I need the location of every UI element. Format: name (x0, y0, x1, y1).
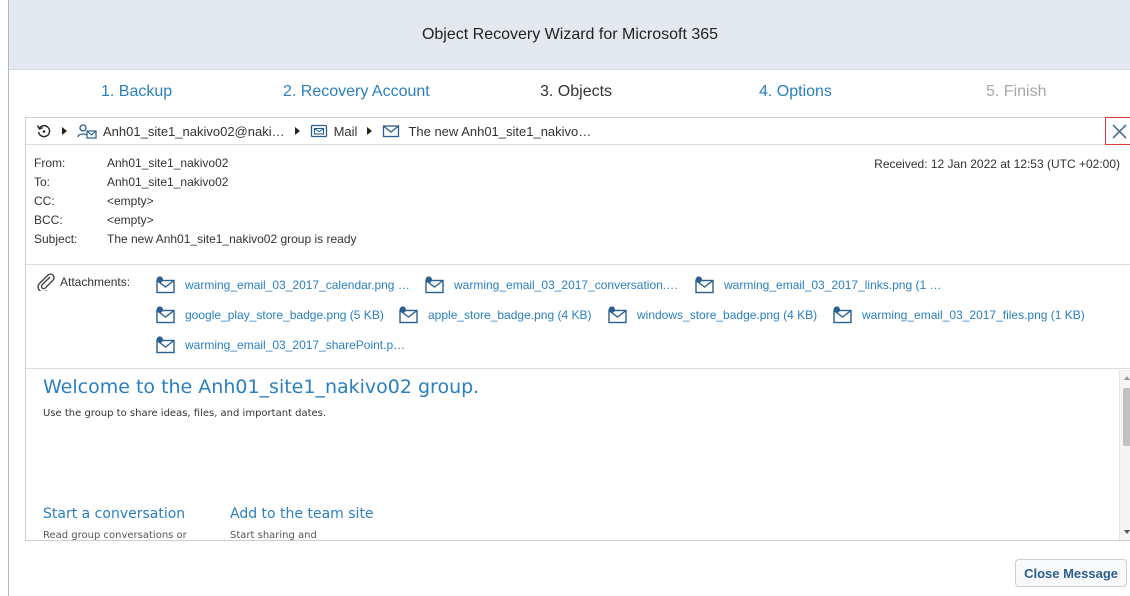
attachment-item[interactable]: warming_email_03_2017_files.png (1 KB) (832, 306, 1085, 324)
start-conversation-link[interactable]: Start a conversation (43, 506, 185, 522)
subject-value: The new Anh01_site1_nakivo02 group is re… (107, 232, 357, 246)
breadcrumb-separator (367, 127, 373, 135)
attachment-item[interactable]: warming_email_03_2017_sharePoint.p… (155, 336, 405, 354)
mail-folder-icon (310, 123, 328, 139)
step-options[interactable]: 4. Options (759, 83, 832, 101)
attachment-name: warming_email_03_2017_sharePoint.p… (185, 338, 406, 352)
breadcrumb-separator (62, 127, 67, 135)
attachment-item[interactable]: apple_store_badge.png (4 KB) (398, 306, 591, 324)
received-date: Received: 12 Jan 2022 at 12:53 (UTC +02:… (874, 157, 1120, 171)
attachment-name: warming_email_03_2017_links.png (1 … (724, 278, 942, 292)
wizard-steps: 1. Backup 2. Recovery Account 3. Objects… (9, 70, 1130, 114)
step-finish: 5. Finish (986, 83, 1047, 100)
subject-label: Subject: (34, 232, 78, 246)
breadcrumb: Anh01_site1_nakivo02@naki… Mail The new … (26, 117, 1130, 145)
body-intro: Use the group to share ideas, files, and… (43, 408, 327, 419)
attachment-name: apple_store_badge.png (4 KB) (428, 308, 592, 322)
step-objects: 3. Objects (540, 83, 613, 100)
close-icon[interactable] (1105, 117, 1130, 145)
attachment-image-icon (608, 306, 627, 324)
attachment-image-icon (156, 276, 175, 294)
breadcrumb-separator (294, 127, 300, 135)
body-scrollbar[interactable] (1119, 370, 1130, 540)
wizard-dialog: Object Recovery Wizard for Microsoft 365… (8, 0, 1130, 596)
cc-label: CC: (34, 194, 55, 208)
window-title: Object Recovery Wizard for Microsoft 365 (9, 0, 1130, 70)
breadcrumb-message: The new Anh01_site1_nakivo… (408, 123, 592, 139)
add-team-site-text: Start sharing and (230, 530, 317, 540)
attachment-item[interactable]: warming_email_03_2017_conversation.… (424, 276, 678, 294)
to-value: Anh01_site1_nakivo02 (107, 175, 229, 189)
user-mailbox-icon (77, 123, 97, 139)
bcc-value: <empty> (107, 213, 154, 227)
attachment-image-icon (833, 306, 852, 324)
attachment-image-icon (695, 276, 714, 294)
breadcrumb-account[interactable]: Anh01_site1_nakivo02@naki… (103, 124, 285, 139)
start-conversation-text: Read group conversations or (43, 530, 187, 540)
attachment-item[interactable]: warming_email_03_2017_calendar.png … (155, 276, 410, 294)
attachments-section: Attachments: warming_email_03_2017_calen… (26, 265, 1130, 369)
message-body: Welcome to the Anh01_site1_nakivo02 grou… (26, 370, 1130, 540)
close-message-button[interactable]: Close Message (1015, 559, 1127, 587)
attachment-name: warming_email_03_2017_conversation.… (454, 278, 679, 292)
scroll-thumb[interactable] (1123, 388, 1130, 446)
attachment-item[interactable]: warming_email_03_2017_links.png (1 … (694, 276, 941, 294)
attachment-image-icon (399, 306, 418, 324)
from-label: From: (34, 156, 66, 170)
attachment-name: warming_email_03_2017_files.png (1 KB) (862, 308, 1085, 322)
attachment-item[interactable]: google_play_store_badge.png (5 KB) (155, 306, 384, 324)
from-value: Anh01_site1_nakivo02 (107, 156, 229, 170)
attachment-image-icon (156, 336, 175, 354)
step-backup[interactable]: 1. Backup (101, 83, 172, 101)
attachment-name: warming_email_03_2017_calendar.png … (185, 278, 410, 292)
add-team-site-link[interactable]: Add to the team site (230, 506, 374, 522)
attachments-label: Attachments: (36, 273, 130, 291)
attachment-name: windows_store_badge.png (4 KB) (637, 308, 818, 322)
step-recovery-account[interactable]: 2. Recovery Account (283, 83, 430, 101)
refresh-icon[interactable] (36, 123, 52, 139)
message-headers: From: Anh01_site1_nakivo02 To: Anh01_site1… (26, 145, 1130, 265)
body-heading: Welcome to the Anh01_site1_nakivo02 grou… (43, 376, 480, 398)
attachment-item[interactable]: windows_store_badge.png (4 KB) (607, 306, 817, 324)
attachment-image-icon (156, 306, 175, 324)
cc-value: <empty> (107, 194, 154, 208)
message-viewer: Anh01_site1_nakivo02@naki… Mail The new … (25, 117, 1130, 541)
scroll-down-icon[interactable] (1124, 530, 1130, 534)
to-label: To: (34, 175, 51, 189)
envelope-icon (382, 123, 400, 139)
breadcrumb-folder[interactable]: Mail (334, 124, 358, 139)
attachment-name: google_play_store_badge.png (5 KB) (185, 308, 384, 322)
scroll-up-icon[interactable] (1124, 376, 1130, 380)
attachment-image-icon (425, 276, 444, 294)
bcc-label: BCC: (34, 213, 63, 227)
paperclip-icon (37, 273, 55, 291)
